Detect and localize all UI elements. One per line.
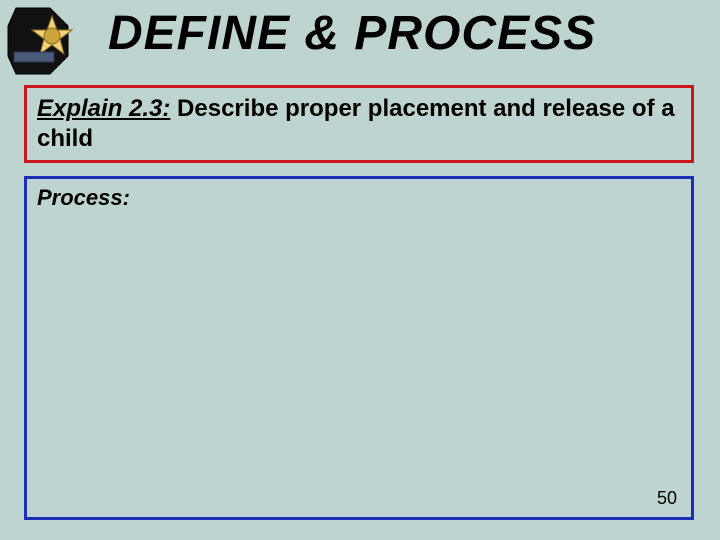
slide-title: DEFINE & PROCESS <box>108 6 700 61</box>
page-number: 50 <box>657 488 677 509</box>
process-label: Process: <box>37 185 681 211</box>
explain-text: Explain 2.3: Describe proper placement a… <box>37 94 681 154</box>
explain-label: Explain 2.3: <box>37 95 170 122</box>
process-box: Process: 50 <box>24 176 694 520</box>
explain-box: Explain 2.3: Describe proper placement a… <box>24 85 694 163</box>
slide: DEFINE & PROCESS Explain 2.3: Describe p… <box>0 0 720 540</box>
constable-badge-logo <box>6 4 80 78</box>
